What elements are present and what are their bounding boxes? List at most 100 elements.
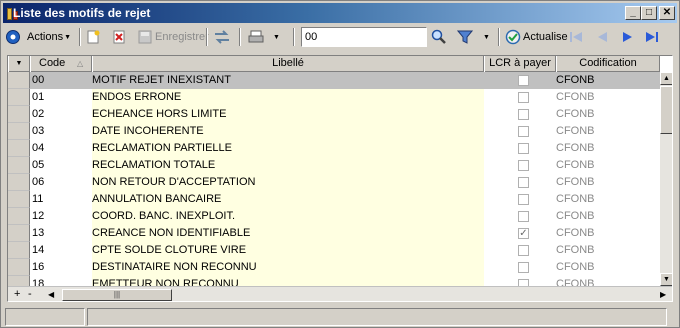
cell-code: 02 [32,108,45,120]
lcr-checkbox[interactable] [518,126,529,137]
save-button[interactable]: Enregistrer [137,27,209,47]
next-page-button[interactable] [621,27,635,47]
cell-codification: CFONB [556,91,595,103]
row-selector[interactable] [8,157,30,174]
row-selector[interactable] [8,123,30,140]
toolbar-separator [79,28,81,46]
table-row[interactable]: 01 ENDOS ERRONE CFONB [8,89,660,106]
lcr-checkbox[interactable] [518,262,529,273]
row-selector[interactable] [8,259,30,276]
window-title: Liste des motifs de rejet [13,6,151,20]
actions-label: Actions [27,31,64,43]
row-selector[interactable] [8,208,30,225]
horizontal-scroll-thumb[interactable]: ||| [62,289,172,301]
lcr-checkbox[interactable] [518,75,529,86]
actions-button[interactable]: Actions ▼ [5,27,71,47]
cell-codification: CFONB [556,72,660,89]
lcr-checkbox[interactable] [518,211,529,222]
grid-rows: 00 MOTIF REJET INEXISTANT CFONB 01 ENDOS ERR… [8,72,660,293]
row-selector[interactable] [8,89,30,106]
new-button[interactable] [85,27,101,47]
table-row[interactable]: 03 DATE INCOHERENTE CFONB [8,123,660,140]
next-page-icon [623,32,632,42]
vertical-scroll-thumb[interactable] [660,86,672,134]
row-selector[interactable] [8,225,30,242]
scroll-down-icon[interactable]: ▼ [660,273,672,286]
lcr-checkbox[interactable]: ✓ [518,228,529,239]
lcr-checkbox[interactable] [518,177,529,188]
table-row[interactable]: 14 CPTE SOLDE CLOTURE VIRE CFONB [8,242,660,259]
filter-dropdown-chevron-icon[interactable]: ▼ [483,27,490,47]
toolbar-separator [498,28,500,46]
first-page-icon [570,32,582,42]
table-row[interactable]: 16 DESTINATAIRE NON RECONNU CFONB [8,259,660,276]
minimize-button[interactable]: _ [625,6,641,20]
column-header-code-label: Code [39,57,66,69]
row-selector[interactable] [8,242,30,259]
lcr-checkbox[interactable] [518,109,529,120]
previous-page-button[interactable] [595,27,609,47]
table-row[interactable]: 06 NON RETOUR D'ACCEPTATION CFONB [8,174,660,191]
horizontal-scrollbar[interactable]: + - ◀ ||| ▶ [8,286,672,301]
last-page-button[interactable] [645,27,661,47]
title-bar[interactable]: Liste des motifs de rejet _ □ ✕ [3,3,677,23]
scroll-up-icon[interactable]: ▲ [660,72,672,85]
cell-code: 04 [32,142,45,154]
print-button[interactable] [247,27,265,47]
scroll-left-icon[interactable]: ◀ [48,290,54,299]
cell-code: 11 [32,193,44,205]
table-row[interactable]: 05 RECLAMATION TOTALE CFONB [8,157,660,174]
column-header-lcr[interactable]: LCR à payer [484,56,556,72]
sync-icon [215,30,229,44]
cell-libelle-text: MOTIF REJET INEXISTANT [92,74,231,86]
cell-codification: CFONB [556,159,595,171]
print-dropdown-chevron-icon[interactable]: ▼ [273,27,280,47]
lcr-checkbox[interactable] [518,194,529,205]
last-page-icon [646,32,658,42]
cell-code: 01 [32,91,45,103]
cell-lcr [484,89,556,106]
lcr-checkbox[interactable] [518,143,529,154]
lcr-checkbox[interactable] [518,245,529,256]
table-row[interactable]: 11 ANNULATION BANCAIRE CFONB [8,191,660,208]
collapse-minus-icon[interactable]: - [28,288,32,300]
refresh-button[interactable]: Actualise [505,27,568,47]
column-header-code[interactable]: Code △ [30,56,92,72]
cell-lcr [484,140,556,157]
cell-libelle: ECHEANCE HORS LIMITE [92,106,484,123]
delete-button[interactable] [111,27,127,47]
expand-plus-icon[interactable]: + [14,288,20,300]
column-header-libelle[interactable]: Libellé [92,56,484,72]
sync-button[interactable] [213,27,231,47]
vertical-scrollbar[interactable]: ▲ ▼ [660,72,672,286]
cell-code: 12 [32,210,45,222]
delete-icon [113,30,125,44]
cell-lcr [484,157,556,174]
filter-button[interactable] [457,27,473,47]
close-button[interactable]: ✕ [659,6,675,20]
lcr-checkbox[interactable] [518,92,529,103]
first-page-button[interactable] [569,27,583,47]
table-row[interactable]: 00 MOTIF REJET INEXISTANT CFONB [8,72,660,89]
toolbar-separator [293,28,295,46]
cell-lcr [484,72,556,89]
column-header-codification[interactable]: Codification [556,56,660,72]
cell-codification: CFONB [556,108,595,120]
cell-lcr [484,259,556,276]
grid-menu-chevron-icon[interactable]: ▼ [8,56,30,72]
scroll-right-icon[interactable]: ▶ [660,290,666,299]
table-row[interactable]: 04 RECLAMATION PARTIELLE CFONB [8,140,660,157]
row-selector[interactable] [8,72,30,89]
maximize-button[interactable]: □ [641,6,657,20]
table-row[interactable]: 02 ECHEANCE HORS LIMITE CFONB [8,106,660,123]
table-row[interactable]: 13 CREANCE NON IDENTIFIABLE ✓ CFONB [8,225,660,242]
row-selector[interactable] [8,191,30,208]
row-selector[interactable] [8,106,30,123]
search-button[interactable] [431,27,447,47]
cell-code: 14 [32,244,45,256]
row-selector[interactable] [8,140,30,157]
row-selector[interactable] [8,174,30,191]
lcr-checkbox[interactable] [518,160,529,171]
table-row[interactable]: 12 COORD. BANC. INEXPLOIT. CFONB [8,208,660,225]
search-input[interactable] [301,27,427,47]
